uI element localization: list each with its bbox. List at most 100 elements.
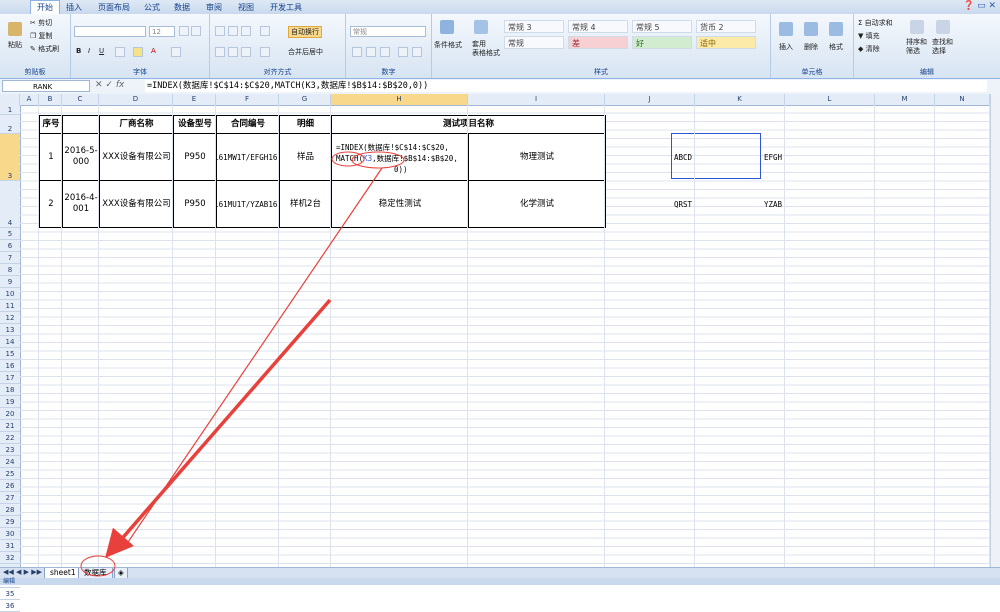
align-center-button[interactable] — [228, 47, 238, 57]
header-date[interactable] — [62, 115, 100, 134]
row-header-8[interactable]: 8 — [0, 264, 20, 276]
row-header-10[interactable]: 10 — [0, 288, 20, 300]
row1-no[interactable]: 1 — [39, 133, 63, 181]
column-header-k[interactable]: K — [695, 94, 785, 105]
row1-model[interactable]: P950 — [173, 133, 217, 181]
column-header-f[interactable]: F — [216, 94, 279, 105]
column-header-l[interactable]: L — [785, 94, 875, 105]
phonetic-button[interactable] — [171, 47, 181, 57]
row-header-36[interactable]: 36 — [0, 600, 20, 612]
style-normal-3[interactable]: 常规 3 — [504, 20, 564, 33]
comma-button[interactable] — [380, 47, 390, 57]
row-header-7[interactable]: 7 — [0, 252, 20, 264]
column-header-a[interactable]: A — [20, 94, 39, 105]
align-middle-button[interactable] — [228, 26, 238, 36]
align-bottom-button[interactable] — [241, 26, 251, 36]
column-header-d[interactable]: D — [99, 94, 173, 105]
grow-font-button[interactable] — [179, 26, 189, 36]
cell-k4[interactable]: QRST — [674, 200, 692, 209]
cancel-icon[interactable]: ✕ — [95, 80, 103, 90]
align-right-button[interactable] — [241, 47, 251, 57]
row-header-32[interactable]: 32 — [0, 552, 20, 564]
row-header-17[interactable]: 17 — [0, 372, 20, 384]
table-format-button[interactable]: 套用 表格格式 — [472, 40, 500, 58]
tab-view[interactable]: 视图 — [232, 1, 260, 14]
vertical-scrollbar[interactable] — [990, 94, 1000, 567]
tab-home[interactable]: 开始 — [30, 0, 60, 14]
cell-l4[interactable]: YZAB — [764, 200, 782, 209]
indent-button[interactable] — [260, 47, 270, 57]
row-header-22[interactable]: 22 — [0, 432, 20, 444]
tab-data[interactable]: 数据 — [168, 1, 196, 14]
bold-button[interactable]: B — [76, 47, 81, 55]
style-neutral[interactable]: 适中 — [696, 36, 756, 49]
help-icon[interactable]: ❓ ▭ ✕ — [963, 1, 996, 11]
tab-review[interactable]: 审阅 — [200, 1, 228, 14]
decrease-decimal-button[interactable] — [412, 47, 422, 57]
row-header-11[interactable]: 11 — [0, 300, 20, 312]
autosum-button[interactable]: Σ 自动求和 — [858, 18, 893, 28]
orientation-button[interactable] — [260, 26, 270, 36]
shrink-font-button[interactable] — [191, 26, 201, 36]
row-header-19[interactable]: 19 — [0, 396, 20, 408]
column-header-j[interactable]: J — [605, 94, 695, 105]
row1-contract[interactable]: ABCD161MW1T/EFGH161MX1T — [216, 133, 280, 181]
row-header-18[interactable]: 18 — [0, 384, 20, 396]
formula-input[interactable]: =INDEX(数据库!$C$14:$C$20,MATCH(K3,数据库!$B$1… — [145, 80, 987, 92]
sort-filter-button[interactable]: 排序和 筛选 — [906, 38, 927, 56]
row-header-4[interactable]: 4 — [0, 181, 20, 228]
italic-button[interactable]: I — [88, 47, 90, 55]
row-header-35[interactable]: 35 — [0, 588, 20, 600]
row2-test2[interactable]: 化学测试 — [468, 180, 606, 228]
tab-page-layout[interactable]: 页面布局 — [92, 1, 136, 14]
cut-button[interactable]: ✂ 剪切 — [30, 18, 52, 28]
header-test[interactable]: 测试项目名称 — [331, 115, 606, 134]
paste-icon[interactable] — [8, 22, 22, 36]
row-header-28[interactable]: 28 — [0, 504, 20, 516]
name-box[interactable]: RANK — [2, 80, 90, 92]
underline-button[interactable]: U — [99, 47, 104, 55]
row-header-31[interactable]: 31 — [0, 540, 20, 552]
worksheet-grid[interactable]: 序号 厂商名称 设备型号 合同编号 明细 测试项目名称 1 2016-5-000… — [20, 105, 990, 567]
format-painter-button[interactable]: ✎ 格式刷 — [30, 44, 59, 54]
column-header-h[interactable]: H — [331, 94, 468, 105]
style-normal-4[interactable]: 常规 4 — [568, 20, 628, 33]
column-header-m[interactable]: M — [875, 94, 935, 105]
find-select-button[interactable]: 查找和 选择 — [932, 38, 953, 56]
row-header-9[interactable]: 9 — [0, 276, 20, 288]
row-header-23[interactable]: 23 — [0, 444, 20, 456]
row-header-16[interactable]: 16 — [0, 360, 20, 372]
row-header-12[interactable]: 12 — [0, 312, 20, 324]
percent-button[interactable] — [366, 47, 376, 57]
row2-date[interactable]: 2016-4-001 — [62, 180, 100, 228]
tab-formulas[interactable]: 公式 — [138, 1, 166, 14]
number-format-select[interactable]: 常规 — [350, 26, 426, 37]
row-header-14[interactable]: 14 — [0, 336, 20, 348]
copy-button[interactable]: ❐ 复制 — [30, 31, 53, 41]
clear-button[interactable]: ◆ 清除 — [858, 44, 880, 54]
row-header-13[interactable]: 13 — [0, 324, 20, 336]
wrap-text-button[interactable]: 自动换行 — [288, 26, 322, 38]
row-header-20[interactable]: 20 — [0, 408, 20, 420]
enter-icon[interactable]: ✓ — [105, 80, 113, 90]
header-no[interactable]: 序号 — [39, 115, 63, 134]
row-header-26[interactable]: 26 — [0, 480, 20, 492]
style-normal[interactable]: 常规 — [504, 36, 564, 49]
align-top-button[interactable] — [215, 26, 225, 36]
row-header-21[interactable]: 21 — [0, 420, 20, 432]
row1-date[interactable]: 2016-5-000 — [62, 133, 100, 181]
row-header-6[interactable]: 6 — [0, 240, 20, 252]
delete-button[interactable]: 删除 — [804, 42, 818, 52]
insert-button[interactable]: 插入 — [779, 42, 793, 52]
align-left-button[interactable] — [215, 47, 225, 57]
tab-insert[interactable]: 插入 — [60, 1, 88, 14]
merge-center-button[interactable]: 合并后居中 — [288, 47, 323, 57]
row2-test1[interactable]: 稳定性测试 — [331, 180, 469, 228]
row1-test2[interactable]: 物理测试 — [468, 133, 606, 181]
tab-developer[interactable]: 开发工具 — [264, 1, 308, 14]
cell-k3[interactable]: ABCD — [674, 153, 692, 162]
row1-edit-cell[interactable]: =INDEX(数据库!$C$14:$C$20, MATCH(K3,数据库!$B$… — [331, 133, 469, 181]
header-model[interactable]: 设备型号 — [173, 115, 217, 134]
style-good[interactable]: 好 — [632, 36, 692, 49]
header-detail[interactable]: 明细 — [279, 115, 332, 134]
